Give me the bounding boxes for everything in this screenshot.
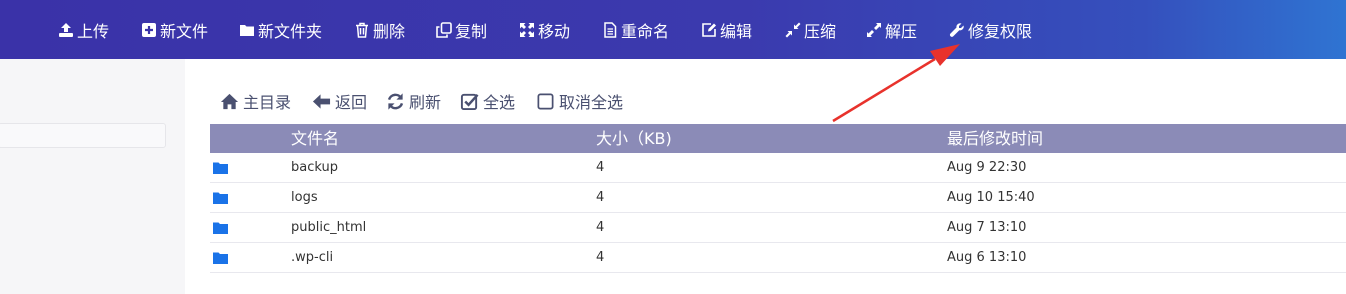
table-header: 文件名 大小（KB) 最后修改时间 bbox=[210, 124, 1346, 153]
file-size: 4 bbox=[596, 160, 605, 175]
new-folder-button[interactable]: 新文件夹 bbox=[239, 0, 322, 59]
plus-square-icon bbox=[142, 22, 156, 37]
delete-label: 删除 bbox=[373, 21, 406, 41]
compress-icon bbox=[785, 22, 801, 37]
move-icon bbox=[520, 22, 534, 37]
new-folder-label: 新文件夹 bbox=[258, 21, 323, 41]
copy-button[interactable]: 复制 bbox=[436, 0, 487, 59]
file-modified: Aug 10 15:40 bbox=[947, 190, 1035, 205]
edit-label: 编辑 bbox=[720, 21, 753, 41]
check-square-icon bbox=[460, 93, 479, 110]
file-text-icon bbox=[604, 21, 617, 38]
column-header-size[interactable]: 大小（KB) bbox=[596, 124, 672, 153]
column-header-modified[interactable]: 最后修改时间 bbox=[947, 124, 1043, 153]
edit-button[interactable]: 编辑 bbox=[701, 0, 752, 59]
edit-icon bbox=[702, 22, 716, 37]
compress-button[interactable]: 压缩 bbox=[785, 0, 836, 59]
file-name[interactable]: public_html bbox=[291, 213, 366, 242]
arrow-left-icon bbox=[312, 93, 331, 109]
folder-icon bbox=[213, 162, 228, 174]
home-label: 主目录 bbox=[243, 93, 292, 112]
new-file-label: 新文件 bbox=[160, 21, 209, 41]
table-row[interactable]: backup 4 Aug 9 22:30 bbox=[210, 153, 1346, 183]
rename-button[interactable]: 重命名 bbox=[602, 0, 669, 59]
trash-icon bbox=[356, 22, 368, 38]
file-modified: Aug 6 13:10 bbox=[947, 250, 1027, 265]
annotation-arrow-shaft bbox=[832, 57, 936, 123]
refresh-label: 刷新 bbox=[409, 93, 442, 112]
top-toolbar: 上传 新文件 新文件夹 删除 复制 移动 重命名 编辑 压缩 解压 修复权限 bbox=[0, 0, 1346, 59]
rename-label: 重命名 bbox=[621, 21, 670, 41]
column-header-name[interactable]: 文件名 bbox=[291, 124, 339, 153]
table-row[interactable]: .wp-cli 4 Aug 6 13:10 bbox=[210, 243, 1346, 273]
select-all-button[interactable]: 全选 bbox=[460, 88, 515, 114]
file-name[interactable]: .wp-cli bbox=[291, 243, 333, 272]
extract-label: 解压 bbox=[885, 21, 918, 41]
folder-icon bbox=[213, 252, 228, 264]
file-modified: Aug 7 13:10 bbox=[947, 220, 1027, 235]
copy-label: 复制 bbox=[455, 21, 488, 41]
file-name[interactable]: logs bbox=[291, 183, 318, 212]
file-size: 4 bbox=[596, 220, 605, 235]
compress-label: 压缩 bbox=[804, 21, 837, 41]
wrench-icon bbox=[949, 22, 964, 37]
delete-button[interactable]: 删除 bbox=[354, 0, 405, 59]
new-file-button[interactable]: 新文件 bbox=[141, 0, 208, 59]
copy-icon bbox=[436, 21, 452, 38]
upload-button[interactable]: 上传 bbox=[58, 0, 109, 59]
square-icon bbox=[537, 93, 554, 109]
back-button[interactable]: 返回 bbox=[312, 88, 367, 114]
home-button[interactable]: 主目录 bbox=[220, 88, 291, 114]
table-row[interactable]: public_html 4 Aug 7 13:10 bbox=[210, 213, 1346, 243]
folder-icon bbox=[213, 222, 228, 234]
extract-button[interactable]: 解压 bbox=[866, 0, 917, 59]
fix-permissions-label: 修复权限 bbox=[968, 21, 1033, 41]
upload-label: 上传 bbox=[77, 21, 110, 41]
refresh-button[interactable]: 刷新 bbox=[386, 88, 441, 114]
file-modified: Aug 9 22:30 bbox=[947, 160, 1027, 175]
table-row[interactable]: logs 4 Aug 10 15:40 bbox=[210, 183, 1346, 213]
move-button[interactable]: 移动 bbox=[519, 0, 570, 59]
sidebar-input[interactable] bbox=[0, 123, 166, 148]
refresh-icon bbox=[387, 92, 404, 110]
file-size: 4 bbox=[596, 190, 605, 205]
folder-icon bbox=[213, 192, 228, 204]
deselect-all-label: 取消全选 bbox=[559, 93, 624, 112]
upload-icon bbox=[59, 22, 73, 37]
move-label: 移动 bbox=[538, 21, 571, 41]
back-label: 返回 bbox=[335, 93, 368, 112]
select-all-label: 全选 bbox=[483, 93, 516, 112]
folder-icon bbox=[240, 24, 254, 36]
expand-icon bbox=[867, 22, 881, 37]
deselect-all-button[interactable]: 取消全选 bbox=[536, 88, 623, 114]
home-icon bbox=[220, 93, 239, 109]
file-table: 文件名 大小（KB) 最后修改时间 backup 4 Aug 9 22:30 l… bbox=[210, 124, 1346, 273]
sidebar bbox=[0, 59, 185, 294]
file-name[interactable]: backup bbox=[291, 153, 338, 182]
file-size: 4 bbox=[596, 250, 605, 265]
fix-permissions-button[interactable]: 修复权限 bbox=[949, 0, 1032, 59]
